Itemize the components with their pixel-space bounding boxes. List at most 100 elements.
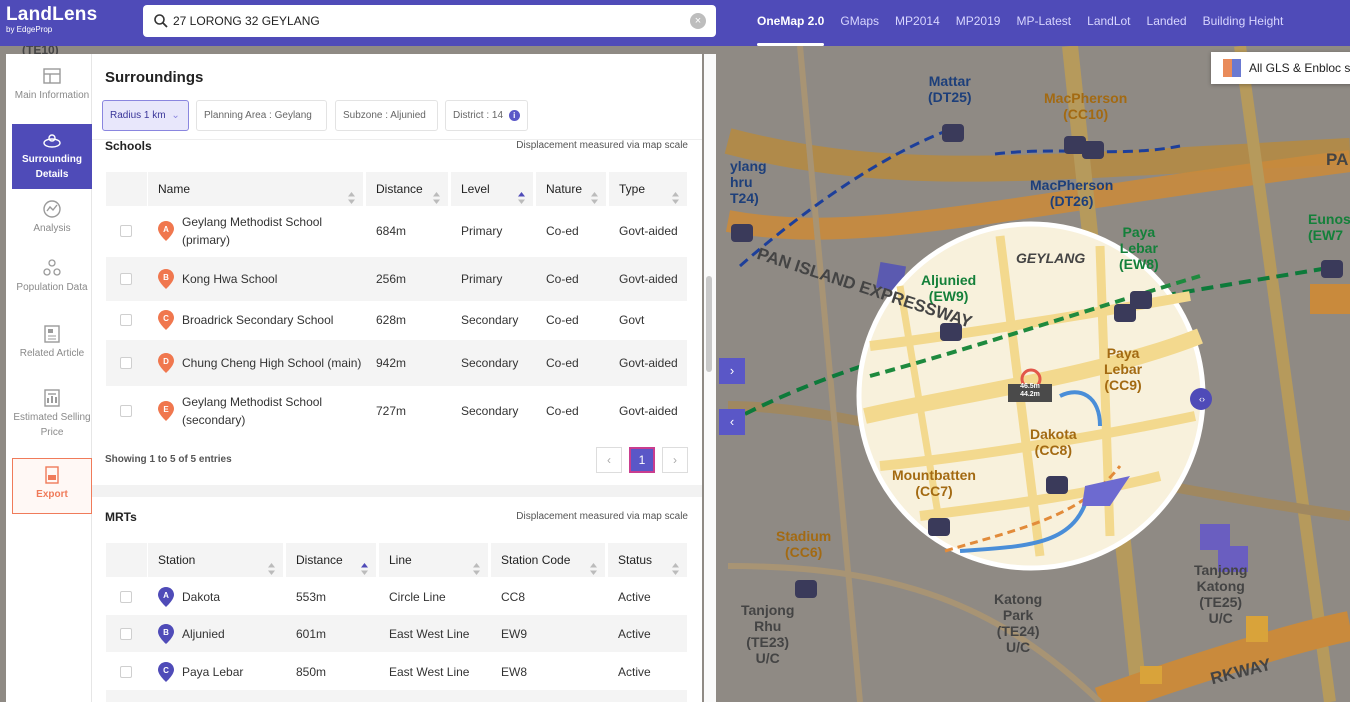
row-checkbox[interactable] — [120, 627, 132, 640]
mrt-station-cell[interactable]: A Dakota — [148, 578, 283, 615]
mrts-col-station-code[interactable]: Station Code — [491, 543, 605, 577]
tab-mp-latest[interactable]: MP-Latest — [1016, 0, 1071, 46]
map-label-macpherson-dt: MacPherson (DT26) — [1030, 177, 1113, 209]
nav-surrounding-details[interactable]: Surrounding Details — [12, 124, 92, 189]
school-name-cell[interactable]: E Geylang Methodist School (secondary) — [148, 387, 363, 435]
radius-dropdown[interactable]: Radius 1 km ⌄ — [102, 100, 189, 131]
row-checkbox[interactable] — [120, 225, 132, 237]
schools-col-name[interactable]: Name — [148, 172, 363, 206]
panel-scrollbar-thumb[interactable] — [706, 276, 712, 372]
export-button[interactable]: Export — [12, 458, 92, 514]
row-checkbox[interactable] — [120, 314, 132, 326]
mrt-line-cell: East West Line — [379, 653, 488, 690]
map-label-text: Mountbatten (CC7) — [892, 467, 976, 499]
mrts-col-status[interactable]: Status — [608, 543, 687, 577]
tab-landlot[interactable]: LandLot — [1087, 0, 1130, 46]
nav-main-information[interactable]: Main Information — [12, 62, 92, 124]
search-bar[interactable]: × — [143, 5, 716, 37]
school-level-cell: Secondary — [451, 387, 533, 435]
tab-gmaps[interactable]: GMaps — [840, 0, 879, 46]
map-label-stadium: Stadium (CC6) — [776, 528, 831, 560]
tab-onemap[interactable]: OneMap 2.0 — [757, 0, 825, 46]
collapse-panel-button[interactable]: ‹ — [719, 409, 745, 435]
svg-text:B: B — [163, 628, 169, 637]
panel-scrollbar-track[interactable] — [704, 54, 716, 702]
school-name-cell[interactable]: B Kong Hwa School — [148, 257, 363, 301]
planning-area-chip[interactable]: Planning Area : Geylang — [196, 100, 327, 131]
schools-col-level[interactable]: Level — [451, 172, 533, 206]
tab-landed[interactable]: Landed — [1147, 0, 1187, 46]
nav-population-data[interactable]: Population Data — [12, 258, 92, 318]
pagination-page-1[interactable]: 1 — [629, 447, 655, 473]
map-label-text: ylang hru T24) — [730, 158, 767, 206]
sort-icon[interactable] — [591, 183, 598, 204]
map-label-mountbatten: Mountbatten (CC7) — [892, 467, 976, 499]
mrt-station-cell[interactable]: C Paya Lebar — [148, 653, 283, 690]
district-chip[interactable]: District : 14 i — [445, 100, 528, 131]
sort-icon[interactable] — [268, 554, 275, 575]
cell-text: Govt-aided — [619, 224, 678, 238]
pagination-prev-button[interactable]: ‹ — [596, 447, 622, 473]
mrts-col-line[interactable]: Line — [379, 543, 488, 577]
school-name-cell[interactable]: D Chung Cheng High School (main) — [148, 340, 363, 386]
schools-col-type[interactable]: Type — [609, 172, 687, 206]
scale-line-1: 46.5m — [1020, 383, 1040, 390]
tab-mp2014[interactable]: MP2014 — [895, 0, 940, 46]
nav-estimated-selling-price[interactable]: Estimated Selling Price — [12, 388, 92, 448]
schools-col-distance[interactable]: Distance — [366, 172, 448, 206]
row-checkbox[interactable] — [120, 405, 132, 417]
row-checkbox[interactable] — [120, 665, 132, 678]
school-level-cell: Secondary — [451, 340, 533, 386]
map-label-tanjong-katong: Tanjong Katong (TE25) U/C — [1194, 562, 1247, 626]
cell-text: Geylang Methodist School (secondary) — [182, 395, 323, 427]
tab-mp2019[interactable]: MP2019 — [956, 0, 1001, 46]
sort-icon[interactable] — [518, 183, 525, 204]
pagination-next-button[interactable]: › — [662, 447, 688, 473]
clear-search-icon[interactable]: × — [690, 13, 706, 29]
app-logo[interactable]: LandLens by EdgeProp — [6, 5, 97, 35]
tab-building-height[interactable]: Building Height — [1203, 0, 1284, 46]
mrt-distance-cell: 850m — [286, 653, 376, 690]
sort-icon[interactable] — [348, 183, 355, 204]
cell-text: Circle Line — [389, 589, 446, 604]
info-icon[interactable]: i — [508, 110, 520, 121]
nav-related-article[interactable]: Related Article — [12, 324, 92, 384]
school-name-cell[interactable]: A Geylang Methodist School (primary) — [148, 207, 363, 255]
school-nature-cell: Co-ed — [536, 207, 606, 255]
district-label: District : 14 — [453, 110, 504, 121]
mrts-col-station[interactable]: Station — [148, 543, 283, 577]
sort-icon[interactable] — [590, 554, 597, 575]
schools-col-nature[interactable]: Nature — [536, 172, 606, 206]
school-pin-icon: D — [158, 353, 174, 373]
expand-panel-button[interactable]: › — [719, 358, 745, 384]
sort-icon[interactable] — [361, 554, 368, 575]
map-label-text: Tanjong Katong (TE25) U/C — [1194, 562, 1248, 626]
cell-text: Govt-aided — [619, 356, 678, 370]
cell-text: 553m — [296, 589, 327, 604]
expand-radius-icon[interactable]: ‹› — [1193, 391, 1211, 407]
sort-icon[interactable] — [672, 554, 679, 575]
nav-analysis[interactable]: Analysis — [12, 199, 92, 247]
nav-label: Related Article — [19, 348, 85, 359]
row-checkbox[interactable] — [120, 273, 132, 285]
sort-icon[interactable] — [433, 183, 440, 204]
cell-text: Govt-aided — [619, 272, 678, 286]
mrt-status-cell: Active — [608, 653, 687, 690]
row-checkbox[interactable] — [120, 357, 132, 369]
row-checkbox[interactable] — [120, 590, 132, 603]
gls-enbloc-toggle[interactable]: All GLS & Enbloc si — [1211, 52, 1350, 84]
mrts-col-distance[interactable]: Distance — [286, 543, 376, 577]
school-nature-cell: Co-ed — [536, 387, 606, 435]
sort-icon[interactable] — [473, 554, 480, 575]
sort-icon[interactable] — [672, 183, 679, 204]
mrt-pin-icon: C — [158, 661, 174, 682]
search-input[interactable] — [173, 14, 690, 28]
calculator-icon — [42, 388, 62, 408]
school-name-cell[interactable]: C Broadrick Secondary School — [148, 302, 363, 338]
table-row-background — [106, 690, 687, 702]
search-icon — [153, 13, 169, 29]
subzone-chip[interactable]: Subzone : Aljunied — [335, 100, 438, 131]
cell-text: Aljunied — [182, 626, 225, 641]
app-brand: LandLens — [6, 4, 98, 25]
mrt-station-cell[interactable]: B Aljunied — [148, 615, 283, 652]
